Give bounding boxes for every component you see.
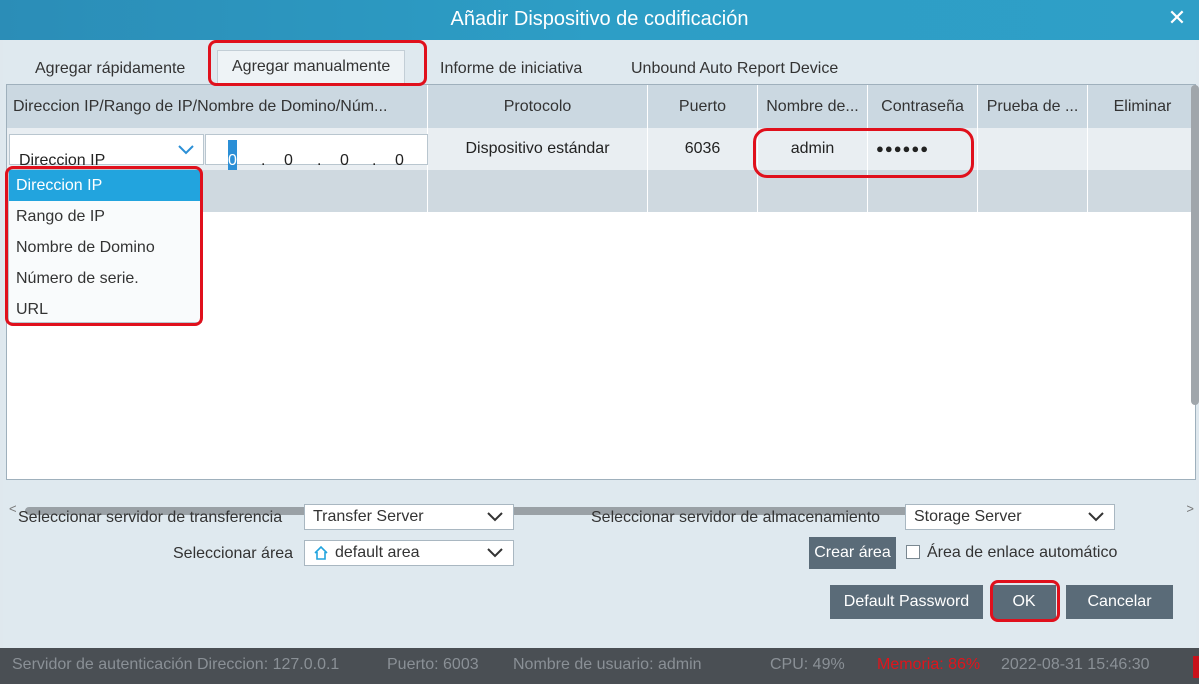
chevron-down-icon [487, 512, 503, 522]
column-header-port[interactable]: Puerto [648, 85, 758, 128]
create-area-button[interactable]: Crear área [809, 537, 896, 569]
chevron-down-icon [178, 145, 194, 155]
address-type-dropdown: Direccion IP Rango de IP Nombre de Domin… [8, 169, 202, 323]
empty-cell [648, 170, 758, 212]
dialog-body: Agregar rápidamente Agregar manualmente … [3, 40, 1196, 648]
title-bar: Añadir Dispositivo de codificación ✕ [0, 0, 1199, 40]
username-cell[interactable]: admin [758, 128, 868, 170]
window-title: Añadir Dispositivo de codificación [450, 8, 749, 30]
delete-cell[interactable] [1088, 128, 1195, 170]
home-icon [314, 545, 328, 560]
storage-server-select[interactable]: Storage Server [905, 504, 1115, 530]
ip-address-input[interactable]: 0 . 0 . 0 . 0 [205, 134, 428, 182]
address-cell: Direccion IP 0 . 0 . 0 . 0 [7, 128, 428, 182]
vertical-scrollbar[interactable] [1191, 85, 1199, 405]
scroll-right-icon[interactable]: > [1186, 501, 1194, 516]
ok-button[interactable]: OK [992, 585, 1056, 619]
transfer-server-value: Transfer Server [313, 508, 424, 525]
column-header-username[interactable]: Nombre de... [758, 85, 868, 128]
storage-server-label: Seleccionar servidor de almacenamiento [591, 509, 881, 526]
tab-unbound-auto-report[interactable]: Unbound Auto Report Device [631, 55, 838, 82]
area-select[interactable]: default area [304, 540, 514, 566]
storage-server-value: Storage Server [914, 508, 1022, 525]
column-header-delete[interactable]: Eliminar [1088, 85, 1195, 128]
address-type-combo[interactable]: Direccion IP [9, 134, 204, 169]
empty-cell [868, 170, 978, 212]
dropdown-option-url[interactable]: URL [9, 294, 201, 325]
auto-link-label: Área de enlace automático [927, 544, 1118, 561]
table-row: Direccion IP 0 . 0 . 0 . 0 Dispositivo e… [7, 128, 1195, 182]
table-header: Direccion IP/Rango de IP/Nombre de Domin… [7, 85, 1195, 128]
column-header-password[interactable]: Contraseña [868, 85, 978, 128]
column-header-protocol[interactable]: Protocolo [428, 85, 648, 128]
empty-cell [978, 170, 1088, 212]
tab-initiative-report[interactable]: Informe de iniciativa [440, 55, 582, 82]
close-icon[interactable]: ✕ [1165, 6, 1189, 30]
empty-cell [1088, 170, 1195, 212]
area-value: default area [335, 544, 420, 561]
port-cell[interactable]: 6036 [648, 128, 758, 170]
status-port: Puerto: 6003 [387, 656, 479, 673]
status-memory: Memoria: 86% [877, 656, 981, 673]
status-user: Nombre de usuario: admin [513, 656, 702, 673]
dropdown-option-ip[interactable]: Direccion IP [9, 170, 201, 201]
dropdown-option-serial[interactable]: Número de serie. [9, 263, 201, 294]
protocol-cell[interactable]: Dispositivo estándar [428, 128, 648, 170]
empty-cell [428, 170, 648, 212]
transfer-server-label: Seleccionar servidor de transferencia [18, 509, 283, 526]
transfer-server-select[interactable]: Transfer Server [304, 504, 514, 530]
empty-cell [758, 170, 868, 212]
status-edge-indicator [1193, 656, 1199, 678]
dropdown-option-domain[interactable]: Nombre de Domino [9, 232, 201, 263]
test-cell[interactable] [978, 128, 1088, 170]
column-header-address[interactable]: Direccion IP/Rango de IP/Nombre de Domin… [7, 85, 428, 128]
cancel-button[interactable]: Cancelar [1066, 585, 1173, 619]
dropdown-option-ip-range[interactable]: Rango de IP [9, 201, 201, 232]
chevron-down-icon [1088, 512, 1104, 522]
auto-link-checkbox[interactable] [906, 545, 920, 559]
status-bar: Servidor de autenticación Direccion: 127… [0, 648, 1199, 684]
default-password-button[interactable]: Default Password [830, 585, 983, 619]
status-datetime: 2022-08-31 15:46:30 [1001, 656, 1150, 673]
tab-bar: Agregar rápidamente Agregar manualmente … [3, 40, 1196, 84]
status-cpu: CPU: 49% [770, 656, 845, 673]
password-cell[interactable]: ●●●●●● [868, 128, 978, 170]
area-label: Seleccionar área [173, 545, 294, 562]
column-header-test[interactable]: Prueba de ... [978, 85, 1088, 128]
chevron-down-icon [487, 548, 503, 558]
tab-add-manually[interactable]: Agregar manualmente [217, 50, 406, 84]
scroll-left-icon[interactable]: < [9, 501, 17, 516]
status-auth-server: Servidor de autenticación Direccion: 127… [12, 656, 340, 673]
tab-add-quickly[interactable]: Agregar rápidamente [35, 55, 185, 82]
